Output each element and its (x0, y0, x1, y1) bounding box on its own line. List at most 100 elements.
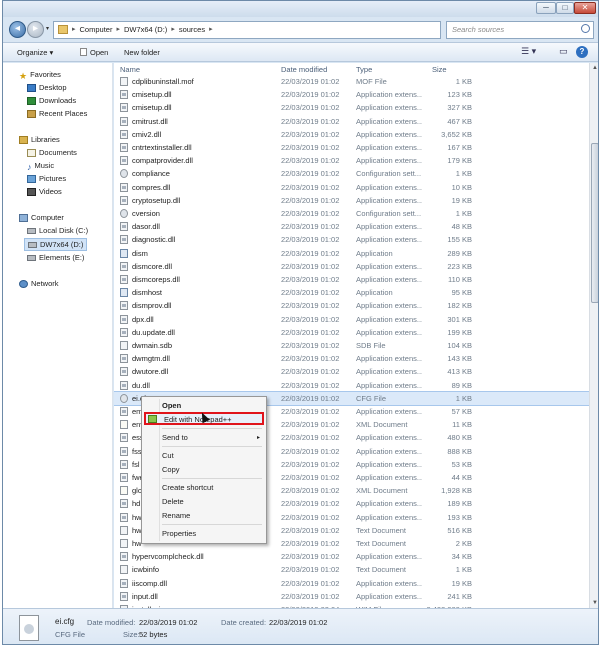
dll-file-icon (120, 591, 128, 601)
search-input[interactable]: Search sources (446, 21, 594, 39)
file-date-modified: 22/03/2019 01:02 (281, 578, 340, 588)
nav-local-disk[interactable]: Local Disk (C:) (27, 226, 88, 235)
nav-documents[interactable]: Documents (27, 148, 77, 157)
file-size: 123 KB (447, 90, 472, 100)
file-row[interactable]: cdplibuninstall.mof 22/03/2019 01:02 MOF F… (114, 75, 589, 88)
nav-network[interactable]: Network (19, 279, 59, 288)
column-date-modified[interactable]: Date modified (281, 65, 327, 74)
menu-separator (162, 478, 262, 479)
open-button[interactable]: Open (80, 48, 108, 57)
file-type: Application extens... (356, 407, 422, 416)
file-row[interactable]: dism 22/03/2019 01:02 Application 289 KB (114, 247, 589, 260)
scroll-down-icon[interactable]: ▼ (590, 598, 598, 608)
file-row[interactable]: compliance 22/03/2019 01:02 Configuration … (114, 167, 589, 180)
menu-item-properties[interactable]: Properties (162, 529, 196, 538)
menu-item-open[interactable]: Open (162, 401, 181, 410)
recent-locations-dropdown[interactable]: ▾ (46, 25, 49, 32)
nav-elements-drive[interactable]: Elements (E:) (27, 253, 84, 262)
breadcrumb-drive[interactable]: DW7x64 (D:) (124, 25, 167, 34)
file-date-modified: 22/03/2019 01:02 (281, 539, 340, 548)
menu-item-cut[interactable]: Cut (162, 451, 174, 460)
preview-pane-icon[interactable]: ▭ (559, 46, 568, 57)
menu-separator (162, 428, 262, 429)
file-size: 467 KB (447, 116, 472, 126)
file-row[interactable]: du.dll 22/03/2019 01:02 Application extens… (114, 379, 589, 392)
nav-favorites[interactable]: ★ Favorites (19, 70, 61, 81)
file-date-modified: 22/03/2019 01:02 (281, 591, 340, 601)
nav-computer[interactable]: Computer (19, 213, 64, 222)
file-row[interactable]: dasor.dll 22/03/2019 01:02 Application ext… (114, 220, 589, 233)
cfg-file-icon (120, 393, 128, 403)
xml-file-icon (120, 420, 128, 430)
scroll-up-icon[interactable]: ▲ (590, 63, 598, 73)
file-row[interactable]: dismcore.dll 22/03/2019 01:02 Application … (114, 260, 589, 273)
file-type: XML Document (356, 420, 408, 430)
file-type: Application (356, 288, 393, 298)
file-name: dwmgtm.dll (132, 354, 170, 364)
file-row[interactable]: iiscomp.dll 22/03/2019 01:02 Application e… (114, 577, 589, 590)
file-row[interactable]: cversion 22/03/2019 01:02 Configuration se… (114, 207, 589, 220)
file-row[interactable]: cmisetup.dll 22/03/2019 01:02 Application … (114, 101, 589, 114)
breadcrumb-sources[interactable]: sources (179, 25, 205, 34)
help-icon[interactable]: ? (576, 46, 588, 58)
file-size: 11 KB (452, 420, 472, 430)
change-view-icon[interactable]: ☰ ▾ (521, 46, 536, 57)
close-button[interactable]: ✕ (574, 2, 596, 14)
file-row[interactable]: cmiv2.dll 22/03/2019 01:02 Application ext… (114, 128, 589, 141)
file-row[interactable]: cmitrust.dll 22/03/2019 01:02 Application … (114, 115, 589, 128)
forward-button[interactable]: ▸ (27, 21, 44, 38)
breadcrumb-computer[interactable]: Computer (80, 25, 113, 34)
file-row[interactable]: dismcoreps.dll 22/03/2019 01:02 Applicatio… (114, 273, 589, 286)
pictures-icon (27, 174, 36, 183)
file-row[interactable]: dismhost 22/03/2019 01:02 Application 95 KB (114, 286, 589, 299)
file-row[interactable]: compres.dll 22/03/2019 01:02 Application e… (114, 181, 589, 194)
file-row[interactable]: cntrtextinstaller.dll 22/03/2019 01:02 App… (114, 141, 589, 154)
file-row[interactable]: dpx.dll 22/03/2019 01:02 Application exten… (114, 313, 589, 326)
file-row[interactable]: hypervcomplcheck.dll 22/03/2019 01:02 Appl… (114, 550, 589, 563)
menu-item-delete[interactable]: Delete (162, 497, 184, 506)
maximize-button[interactable]: □ (556, 2, 574, 14)
menu-item-rename[interactable]: Rename (162, 511, 190, 520)
address-bar[interactable]: ▸ Computer ▸ DW7x64 (D:) ▸ sources ▸ ▾ ↻ (53, 21, 490, 39)
nav-label: Recent Places (39, 109, 88, 118)
organize-button[interactable]: Organize ▾ (17, 48, 53, 57)
nav-desktop[interactable]: Desktop (27, 83, 67, 92)
file-row[interactable]: dismprov.dll 22/03/2019 01:02 Application … (114, 299, 589, 312)
file-row[interactable]: cmisetup.dll 22/03/2019 01:02 Application … (114, 88, 589, 101)
open-label: Open (90, 48, 109, 57)
minimize-button[interactable]: ─ (536, 2, 556, 14)
file-row[interactable]: diagnostic.dll 22/03/2019 01:02 Applicatio… (114, 233, 589, 246)
scroll-thumb[interactable] (591, 143, 598, 303)
dll-file-icon (120, 578, 128, 588)
new-folder-button[interactable]: New folder (124, 48, 160, 57)
file-row[interactable]: compatprovider.dll 22/03/2019 01:02 Applic… (114, 154, 589, 167)
nav-recent-places[interactable]: Recent Places (27, 109, 87, 118)
file-date-modified: 22/03/2019 01:02 (281, 275, 340, 284)
file-row[interactable]: dwmain.sdb 22/03/2019 01:02 SDB File 104 KB (114, 339, 589, 352)
nav-libraries[interactable]: Libraries (19, 135, 60, 144)
file-row[interactable]: du.update.dll 22/03/2019 01:02 Application… (114, 326, 589, 339)
nav-pictures[interactable]: Pictures (27, 174, 66, 183)
file-name: compres.dll (132, 182, 171, 192)
file-row[interactable]: cryptosetup.dll 22/03/2019 01:02 Applicati… (114, 194, 589, 207)
file-row[interactable]: input.dll 22/03/2019 01:02 Application ext… (114, 590, 589, 603)
menu-item-copy[interactable]: Copy (162, 465, 180, 474)
nav-dw7x64-drive[interactable]: DW7x64 (D:) (24, 238, 88, 251)
vertical-scrollbar[interactable]: ▲ ▼ (589, 63, 598, 608)
back-button[interactable]: ◂ (9, 21, 26, 38)
recent-places-icon (27, 109, 36, 118)
column-type[interactable]: Type (356, 65, 372, 74)
file-row[interactable]: icwbinfo 22/03/2019 01:02 Text Document 1 K… (114, 563, 589, 576)
file-type: Application extens... (356, 275, 422, 284)
column-name[interactable]: Name (120, 65, 140, 74)
column-size[interactable]: Size (432, 65, 447, 74)
menu-item-send-to[interactable]: Send to (162, 433, 188, 442)
file-name: dwutore.dll (132, 367, 169, 377)
nav-downloads[interactable]: Downloads (27, 96, 76, 105)
file-row[interactable]: dwmgtm.dll 22/03/2019 01:02 Application ex… (114, 352, 589, 365)
file-row[interactable]: dwutore.dll 22/03/2019 01:02 Application e… (114, 365, 589, 378)
nav-videos[interactable]: Videos (27, 187, 62, 196)
details-size: 52 bytes (139, 630, 168, 639)
menu-item-create-shortcut[interactable]: Create shortcut (162, 483, 213, 492)
nav-music[interactable]: ♪ Music (27, 161, 54, 172)
